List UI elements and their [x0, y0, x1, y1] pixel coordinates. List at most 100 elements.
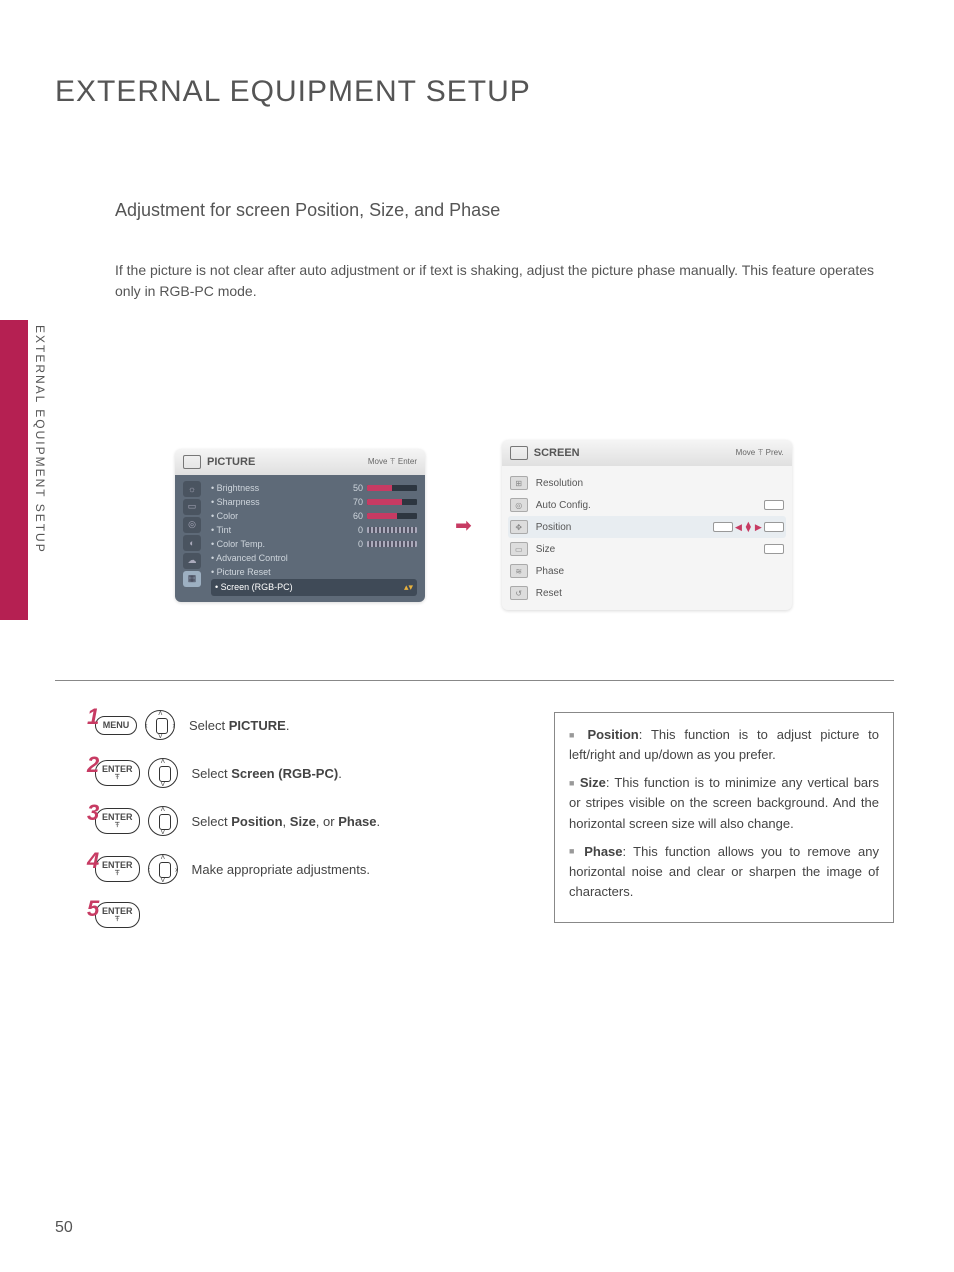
step-number: 3: [87, 800, 99, 826]
item-value: 60: [353, 511, 363, 521]
updown-icon: ▴▾: [404, 582, 413, 593]
sidebar-icon: ◐: [183, 535, 201, 551]
step-2: 2 ENTERꔉ ˄˅ Select Screen (RGB-PC).: [95, 758, 380, 788]
picture-panel-hints: Move ꔉ Enter: [368, 457, 417, 467]
value-box: [764, 500, 784, 510]
step-4: 4 ENTERꔉ ˄˅‹› Make appropriate adjustmen…: [95, 854, 380, 884]
item-label: Size: [536, 544, 555, 555]
sidebar-icon: ▭: [183, 499, 201, 515]
step-text: Select Screen (RGB-PC).: [192, 766, 342, 781]
screen-item[interactable]: ≋ Phase: [508, 560, 786, 582]
item-icon: ▭: [510, 542, 528, 556]
sidebar-icon: ☼: [183, 481, 201, 497]
item-label: • Color: [211, 511, 238, 521]
sidebar-icon: ◎: [183, 517, 201, 533]
item-label: • Sharpness: [211, 497, 260, 507]
enter-button[interactable]: ENTERꔉ: [95, 808, 140, 834]
enter-button[interactable]: ENTERꔉ: [95, 856, 140, 882]
step-text: Make appropriate adjustments.: [192, 862, 370, 877]
item-label: Resolution: [536, 478, 583, 489]
nav-pad-icon[interactable]: ˄˅: [148, 806, 178, 836]
picture-sidebar-icons: ☼ ▭ ◎ ◐ ☁ ▦: [183, 481, 205, 596]
slider-bar: [367, 527, 417, 533]
info-position: Position: This function is to adjust pic…: [569, 725, 879, 765]
step-text: Select Position, Size, or Phase.: [192, 814, 381, 829]
picture-item-selected[interactable]: • Screen (RGB-PC) ▴▾: [211, 579, 417, 596]
osd-panels: PICTURE Move ꔉ Enter ☼ ▭ ◎ ◐ ☁ ▦ • Brigh…: [175, 440, 792, 610]
picture-panel-header: PICTURE Move ꔉ Enter: [175, 449, 425, 475]
step-number: 4: [87, 848, 99, 874]
screen-panel-title: SCREEN: [534, 447, 580, 459]
slider-bar: [367, 541, 417, 547]
item-label: • Color Temp.: [211, 539, 265, 549]
section-description: If the picture is not clear after auto a…: [115, 260, 894, 302]
item-value: 50: [353, 483, 363, 493]
picture-item: • Advanced Control: [211, 551, 417, 565]
item-label: Auto Config.: [536, 500, 591, 511]
monitor-icon: [183, 455, 201, 469]
picture-item: • Brightness 50: [211, 481, 417, 495]
side-tab-accent: [0, 320, 28, 620]
picture-item: • Tint0: [211, 523, 417, 537]
info-box: Position: This function is to adjust pic…: [554, 712, 894, 923]
item-value: 70: [353, 497, 363, 507]
section-subtitle: Adjustment for screen Position, Size, an…: [115, 200, 500, 221]
enter-button[interactable]: ENTERꔉ: [95, 902, 140, 928]
divider: [55, 680, 894, 681]
item-label: Phase: [536, 566, 564, 577]
picture-item: • Sharpness 70: [211, 495, 417, 509]
screen-panel: SCREEN Move ꔉ Prev. ⊞ Resolution ◎Auto Co…: [502, 440, 792, 610]
info-size: Size: This function is to minimize any v…: [569, 773, 879, 833]
step-5: 5 ENTERꔉ: [95, 902, 380, 928]
item-value: 0: [358, 539, 363, 549]
step-text: Select PICTURE.: [189, 718, 289, 733]
item-icon: ≋: [510, 564, 528, 578]
picture-panel-body: ☼ ▭ ◎ ◐ ☁ ▦ • Brightness 50 • Sharpness 70…: [175, 475, 425, 602]
picture-item: • Color 60: [211, 509, 417, 523]
item-label: • Advanced Control: [211, 553, 288, 563]
step-number: 2: [87, 752, 99, 778]
screen-panel-body: ⊞ Resolution ◎Auto Config. ✥ Position ◀ ▲▼ …: [502, 466, 792, 610]
item-label: • Brightness: [211, 483, 259, 493]
page-number: 50: [55, 1219, 73, 1237]
screen-item[interactable]: ▭ Size: [508, 538, 786, 560]
picture-panel-title: PICTURE: [207, 456, 255, 468]
value-box: [764, 544, 784, 554]
screen-item-selected[interactable]: ✥ Position ◀ ▲▼ ▶: [508, 516, 786, 538]
screen-panel-header: SCREEN Move ꔉ Prev.: [502, 440, 792, 466]
nav-pad-icon[interactable]: ˄˅‹›: [148, 854, 178, 884]
info-phase: Phase: This function allows you to remov…: [569, 842, 879, 902]
item-icon: ↺: [510, 586, 528, 600]
sidebar-icon-selected: ▦: [183, 571, 201, 587]
picture-item: • Picture Reset: [211, 565, 417, 579]
step-number: 5: [87, 896, 99, 922]
picture-item: • Color Temp. 0: [211, 537, 417, 551]
screen-item[interactable]: ◎Auto Config.: [508, 494, 786, 516]
nav-pad-icon[interactable]: ˄˅‹›: [145, 710, 175, 740]
sidebar-icon: ☁: [183, 553, 201, 569]
item-label: • Screen (RGB-PC): [215, 582, 293, 592]
item-label: Position: [536, 522, 572, 533]
instruction-steps: 1 MENU ˄˅‹› Select PICTURE. 2 ENTERꔉ ˄˅ …: [95, 710, 380, 946]
menu-button[interactable]: MENU: [95, 716, 137, 735]
picture-panel: PICTURE Move ꔉ Enter ☼ ▭ ◎ ◐ ☁ ▦ • Brigh…: [175, 449, 425, 602]
item-icon: ⊞: [510, 476, 528, 490]
monitor-icon: [510, 446, 528, 460]
enter-button[interactable]: ENTERꔉ: [95, 760, 140, 786]
arrow-right-icon: ➡: [455, 513, 472, 538]
nav-pad-icon[interactable]: ˄˅: [148, 758, 178, 788]
item-label: • Tint: [211, 525, 231, 535]
slider-bar: [367, 499, 417, 505]
slider-bar: [367, 513, 417, 519]
slider-bar: [367, 485, 417, 491]
item-label: • Picture Reset: [211, 567, 271, 577]
step-3: 3 ENTERꔉ ˄˅ Select Position, Size, or Ph…: [95, 806, 380, 836]
arrow-pad: ◀ ▲▼ ▶: [713, 522, 784, 533]
item-label: Reset: [536, 588, 562, 599]
screen-item[interactable]: ⊞ Resolution: [508, 472, 786, 494]
page-title: EXTERNAL EQUIPMENT SETUP: [55, 75, 531, 109]
screen-item[interactable]: ↺ Reset: [508, 582, 786, 604]
step-number: 1: [87, 704, 99, 730]
item-icon: ✥: [510, 520, 528, 534]
step-1: 1 MENU ˄˅‹› Select PICTURE.: [95, 710, 380, 740]
